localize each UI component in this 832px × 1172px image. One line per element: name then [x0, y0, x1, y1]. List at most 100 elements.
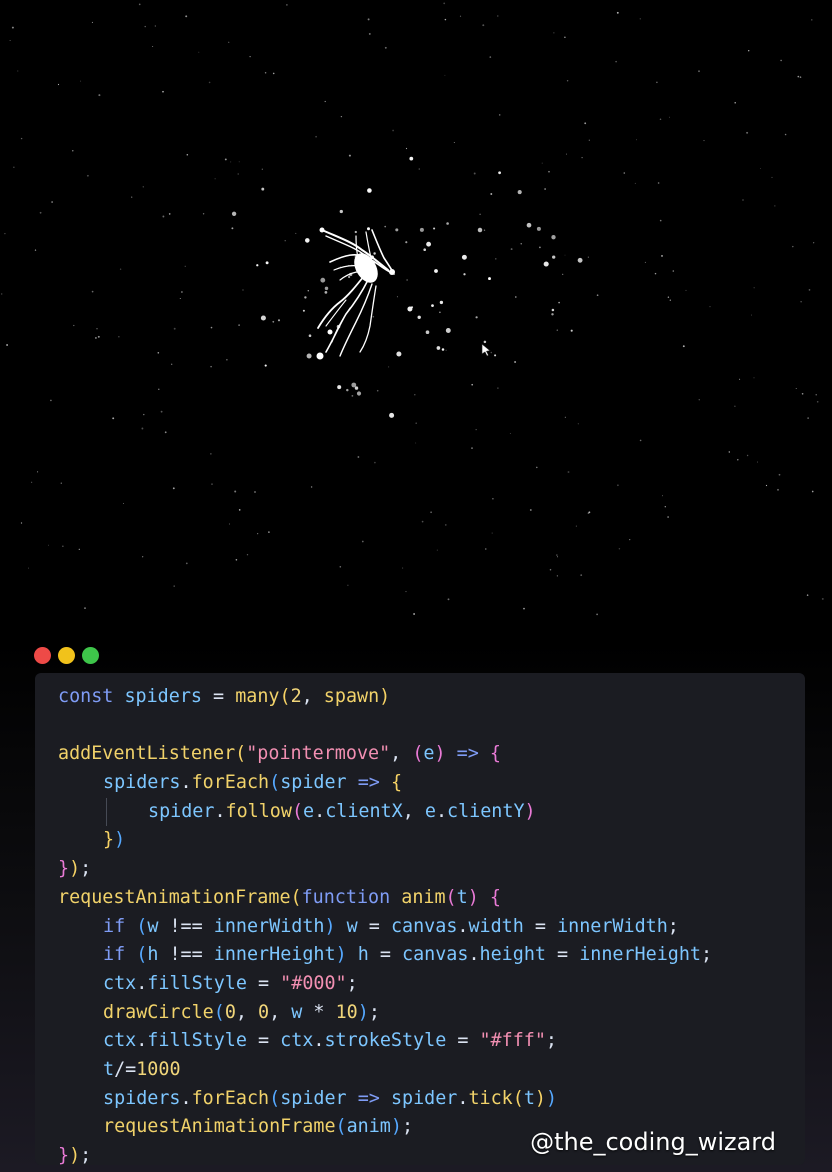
star	[119, 268, 122, 270]
particle	[264, 364, 267, 367]
star	[510, 248, 513, 251]
code-token: .	[468, 944, 480, 966]
code-token: )	[545, 1087, 558, 1109]
star	[348, 154, 351, 157]
star	[471, 383, 474, 386]
particle	[570, 329, 573, 332]
star	[580, 574, 583, 576]
code-token: canvas	[402, 944, 469, 966]
code-line: })	[58, 826, 805, 855]
particle	[305, 238, 310, 243]
particle	[409, 156, 414, 161]
particle	[395, 228, 399, 232]
code-token: (	[279, 686, 291, 707]
code-token: =	[446, 1030, 480, 1052]
star	[112, 417, 115, 420]
star	[734, 101, 736, 104]
code-token: {	[489, 886, 501, 908]
star	[211, 483, 213, 485]
code-token: ,	[235, 1001, 259, 1023]
code-token: spider	[280, 1087, 347, 1109]
star	[4, 232, 6, 235]
star	[667, 296, 670, 298]
code-token: if	[103, 944, 126, 966]
star	[459, 15, 462, 17]
code-token: e	[423, 743, 435, 765]
particle	[551, 308, 555, 312]
star	[548, 170, 550, 173]
particle	[260, 315, 266, 321]
spider-leg	[339, 283, 373, 357]
particle	[231, 211, 237, 216]
code-token: strokeStyle	[324, 1030, 447, 1052]
star	[453, 142, 455, 143]
star	[656, 81, 658, 84]
star	[756, 461, 758, 463]
particle	[308, 334, 312, 338]
star	[523, 607, 525, 610]
star	[471, 447, 473, 449]
star	[483, 229, 486, 231]
star	[746, 131, 749, 134]
star	[634, 182, 636, 184]
code-token: ,	[390, 743, 413, 765]
star	[185, 15, 188, 18]
star	[402, 567, 404, 569]
code-token: =	[246, 1030, 281, 1052]
particle	[306, 353, 312, 359]
star	[413, 613, 416, 615]
star	[202, 213, 205, 215]
code-token: .	[314, 800, 326, 822]
code-token: spiders	[103, 1087, 181, 1109]
window-controls	[34, 647, 99, 665]
star	[567, 471, 570, 473]
particle	[463, 273, 466, 276]
star	[564, 254, 566, 256]
code-token: {	[390, 772, 403, 794]
particle	[517, 190, 522, 195]
code-token: spawn	[323, 686, 380, 707]
star	[491, 532, 493, 534]
star	[208, 81, 211, 84]
star	[587, 256, 589, 258]
particle	[431, 304, 434, 307]
particle	[405, 241, 408, 244]
code-token: innerHeight	[213, 944, 336, 966]
star	[808, 289, 811, 291]
star	[84, 607, 86, 609]
star	[584, 122, 587, 125]
particle	[367, 227, 370, 231]
star	[268, 531, 270, 533]
star	[520, 243, 522, 245]
particle	[439, 300, 444, 305]
code-token: clientY	[447, 800, 525, 822]
star	[489, 56, 492, 58]
star	[210, 365, 212, 368]
star	[544, 188, 546, 190]
star	[80, 80, 82, 82]
star	[661, 495, 664, 497]
star	[495, 258, 497, 260]
star	[405, 591, 407, 593]
star	[143, 413, 145, 416]
code-token: fillStyle	[147, 1030, 247, 1052]
code-token: function	[301, 886, 391, 908]
star	[728, 451, 731, 453]
particle	[354, 230, 357, 234]
particle	[324, 286, 329, 291]
star	[141, 427, 144, 430]
particle	[446, 222, 449, 225]
code-token: height	[479, 944, 546, 966]
code-line: ctx.fillStyle = ctx.strokeStyle = "#fff"…	[58, 1027, 805, 1056]
particle	[367, 188, 372, 193]
star	[444, 74, 446, 76]
star	[654, 272, 657, 275]
star	[473, 172, 476, 175]
particle	[277, 319, 281, 322]
star	[406, 279, 408, 281]
code-token: spiders	[124, 686, 202, 707]
spider-joint	[319, 227, 325, 233]
particle	[434, 269, 438, 273]
code-token: ,	[269, 1001, 292, 1023]
